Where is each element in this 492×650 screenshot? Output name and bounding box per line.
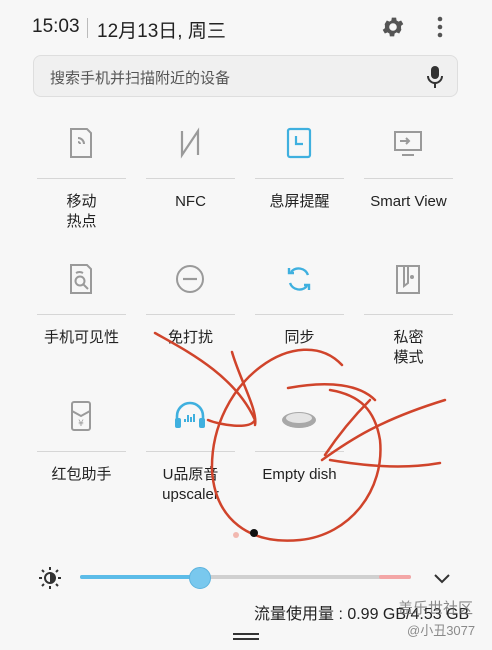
empty-dish-icon <box>282 412 316 428</box>
tile-always-on-display[interactable]: 息屏提醒 <box>245 117 354 237</box>
status-date: 12月13日, 周三 <box>97 21 226 42</box>
tile-smart-view[interactable]: Smart View <box>354 117 463 237</box>
sync-icon <box>287 267 311 291</box>
tile-mobile-hotspot[interactable]: 移动 热点 <box>27 117 136 237</box>
tile-sync[interactable]: 同步 <box>245 253 354 373</box>
do-not-disturb-icon <box>176 265 204 293</box>
search-placeholder: 搜索手机并扫描附近的设备 <box>50 70 231 87</box>
tile-divider <box>364 178 453 179</box>
always-on-display-icon <box>286 127 312 159</box>
tile-label: NFC <box>175 193 206 210</box>
tile-nfc[interactable]: NFC <box>136 117 245 237</box>
brightness-slider-fill <box>80 575 200 579</box>
gear-icon[interactable] <box>380 14 406 40</box>
tile-empty-dish[interactable]: Empty dish <box>245 390 354 510</box>
tile-label: 同步 <box>284 329 315 346</box>
tile-label: Empty dish <box>262 466 337 483</box>
brightness-bar <box>0 560 492 596</box>
chevron-down-icon[interactable] <box>430 566 454 590</box>
tile-divider <box>146 451 235 452</box>
tile-label: 手机可见性 <box>43 329 119 346</box>
svg-text:¥: ¥ <box>78 419 84 429</box>
tile-label: 私密 模式 <box>393 329 424 366</box>
tile-divider <box>255 178 344 179</box>
tile-red-envelope[interactable]: ¥ 红包助手 <box>27 390 136 510</box>
microphone-icon[interactable] <box>425 65 445 89</box>
nfc-icon <box>180 127 200 159</box>
watermark-user: @小丑3077 <box>407 623 476 638</box>
brightness-slider-thumb[interactable] <box>189 567 212 589</box>
brightness-slider[interactable] <box>80 567 411 589</box>
drag-handle-icon[interactable] <box>233 633 259 641</box>
private-mode-icon <box>396 265 420 294</box>
upscaler-headphones-icon <box>175 401 205 428</box>
tile-label: 红包助手 <box>51 466 112 483</box>
tile-label: 免打扰 <box>167 329 213 346</box>
brightness-sun-icon <box>39 567 61 589</box>
tile-upscaler[interactable]: U品原音 upscaler <box>136 390 245 510</box>
phone-visibility-icon <box>70 264 92 294</box>
tile-label: 息屏提醒 <box>269 193 330 210</box>
tile-divider <box>255 451 344 452</box>
tile-divider <box>364 314 453 315</box>
tile-do-not-disturb[interactable]: 免打扰 <box>136 253 245 373</box>
watermark: 盖乐世社区 <box>398 600 474 617</box>
more-vert-icon[interactable] <box>428 14 452 40</box>
tile-label: Smart View <box>370 193 447 210</box>
tile-private-mode[interactable]: 私密 模式 <box>354 253 463 373</box>
tile-phone-visibility[interactable]: 手机可见性 <box>27 253 136 373</box>
status-time: 15:03 <box>32 16 80 37</box>
search-bar[interactable]: 搜索手机并扫描附近的设备 <box>33 55 458 97</box>
status-bar: 15:03 12月13日, 周三 <box>0 0 492 56</box>
tile-divider <box>37 451 126 452</box>
tile-divider <box>37 178 126 179</box>
mobile-hotspot-icon <box>70 128 92 158</box>
brightness-slider-high-zone <box>379 575 411 579</box>
tile-divider <box>146 314 235 315</box>
tile-divider <box>146 178 235 179</box>
status-separator <box>87 18 88 38</box>
red-envelope-icon: ¥ <box>71 401 91 431</box>
tile-label: U品原音 upscaler <box>162 466 219 503</box>
smart-view-icon <box>394 131 422 156</box>
tile-divider <box>37 314 126 315</box>
tile-divider <box>255 314 344 315</box>
tile-label: 移动 热点 <box>66 193 97 230</box>
